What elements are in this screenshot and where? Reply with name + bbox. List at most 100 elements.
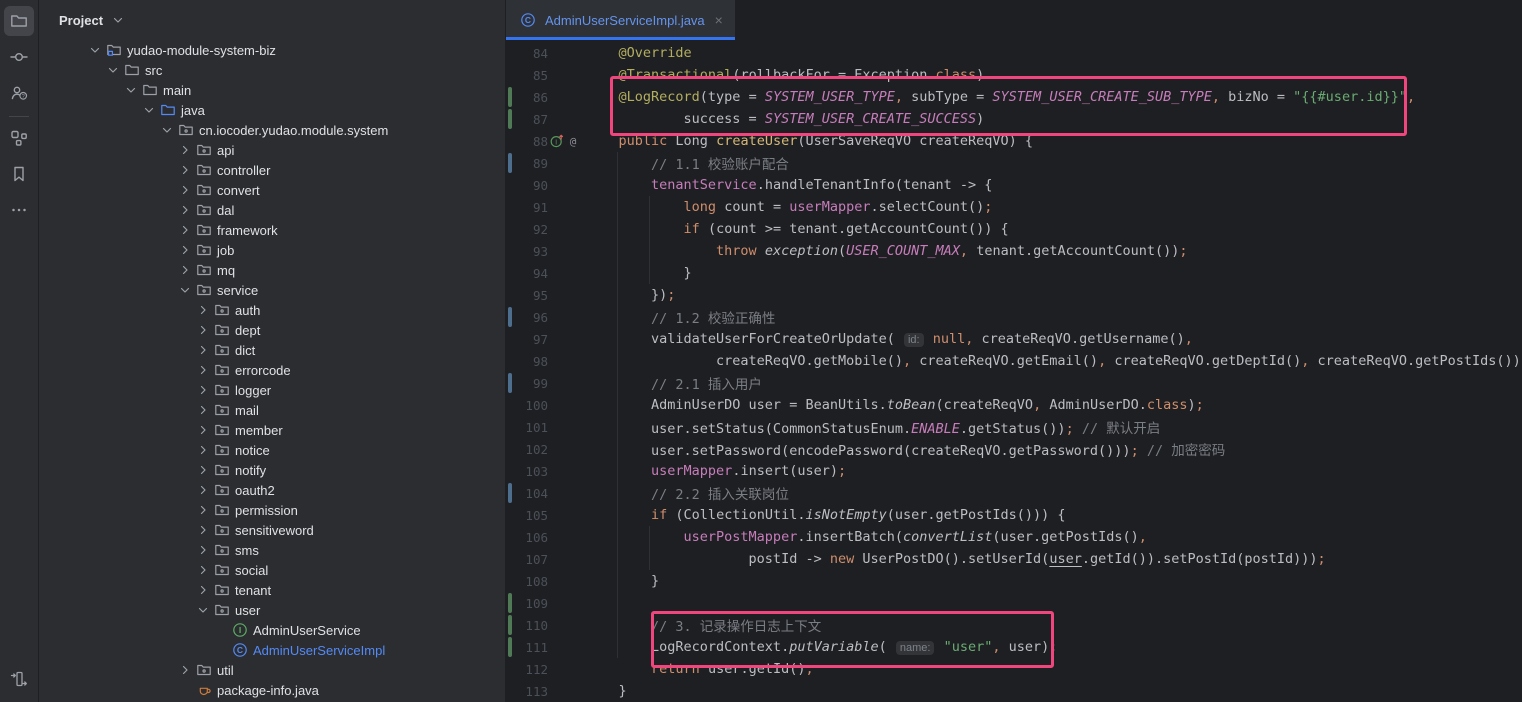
- code-text[interactable]: // 3. 记录操作日志上下文: [586, 615, 821, 635]
- added-change-marker[interactable]: [508, 637, 512, 657]
- line-number[interactable]: 106: [505, 530, 548, 545]
- activity-bar-structure[interactable]: [4, 123, 34, 153]
- line-number[interactable]: 103: [505, 464, 548, 479]
- code-text[interactable]: postId -> new UserPostDO().setUserId(use…: [586, 551, 1326, 567]
- code-text[interactable]: @Override: [586, 45, 692, 61]
- tree-item-cn-iocoder-yudao-module-system[interactable]: cn.iocoder.yudao.module.system: [39, 120, 505, 140]
- activity-bar-commit[interactable]: [4, 42, 34, 72]
- tree-item-logger[interactable]: logger: [39, 380, 505, 400]
- chevron-right-icon[interactable]: [194, 502, 212, 518]
- code-text[interactable]: long count = userMapper.selectCount();: [586, 199, 992, 215]
- code-text[interactable]: AdminUserDO user = BeanUtils.toBean(crea…: [586, 397, 1204, 413]
- chevron-down-icon[interactable]: [176, 282, 194, 298]
- line-number[interactable]: 102: [505, 442, 548, 457]
- code-line-84[interactable]: 84 @Override: [505, 42, 1522, 64]
- annotated-icon[interactable]: @: [566, 134, 580, 148]
- modified-change-marker[interactable]: [508, 153, 512, 173]
- modified-change-marker[interactable]: [508, 373, 512, 393]
- tree-item-adminuserservice[interactable]: IAdminUserService: [39, 620, 505, 640]
- code-line-109[interactable]: 109: [505, 592, 1522, 614]
- code-line-104[interactable]: 104 // 2.2 插入关联岗位: [505, 482, 1522, 504]
- tree-item-auth[interactable]: auth: [39, 300, 505, 320]
- code-line-110[interactable]: 110 // 3. 记录操作日志上下文: [505, 614, 1522, 636]
- tree-item-tenant[interactable]: tenant: [39, 580, 505, 600]
- code-text[interactable]: user.setPassword(encodePassword(createRe…: [586, 439, 1225, 459]
- chevron-down-icon[interactable]: [194, 602, 212, 618]
- code-line-108[interactable]: 108 }: [505, 570, 1522, 592]
- chevron-right-icon[interactable]: [194, 442, 212, 458]
- tree-item-dal[interactable]: dal: [39, 200, 505, 220]
- tree-item-service[interactable]: service: [39, 280, 505, 300]
- chevron-right-icon[interactable]: [194, 582, 212, 598]
- chevron-right-icon[interactable]: [194, 462, 212, 478]
- code-line-97[interactable]: 97 validateUserForCreateOrUpdate( id: nu…: [505, 328, 1522, 350]
- activity-bar-dock-panel[interactable]: [4, 664, 34, 694]
- code-text[interactable]: throw exception(USER_COUNT_MAX, tenant.g…: [586, 243, 1188, 259]
- code-text[interactable]: user.setStatus(CommonStatusEnum.ENABLE.g…: [586, 417, 1160, 437]
- tree-item-notice[interactable]: notice: [39, 440, 505, 460]
- code-line-90[interactable]: 90 tenantService.handleTenantInfo(tenant…: [505, 174, 1522, 196]
- line-number[interactable]: 105: [505, 508, 548, 523]
- activity-bar-bookmarks[interactable]: [4, 159, 34, 189]
- tree-item-social[interactable]: social: [39, 560, 505, 580]
- chevron-right-icon[interactable]: [194, 422, 212, 438]
- line-number[interactable]: 98: [505, 354, 548, 369]
- code-line-88[interactable]: 88I@ public Long createUser(UserSaveReqV…: [505, 130, 1522, 152]
- chevron-right-icon[interactable]: [176, 242, 194, 258]
- code-line-111[interactable]: 111 LogRecordContext.putVariable( name: …: [505, 636, 1522, 658]
- line-number[interactable]: 113: [505, 684, 548, 699]
- code-line-113[interactable]: 113 }: [505, 680, 1522, 702]
- code-text[interactable]: // 2.1 插入用户: [586, 373, 762, 393]
- code-line-86[interactable]: 86 @LogRecord(type = SYSTEM_USER_TYPE, s…: [505, 86, 1522, 108]
- project-tool-window-header[interactable]: Project: [39, 0, 505, 40]
- chevron-right-icon[interactable]: [194, 402, 212, 418]
- chevron-right-icon[interactable]: [194, 342, 212, 358]
- tree-item-user[interactable]: user: [39, 600, 505, 620]
- code-line-93[interactable]: 93 throw exception(USER_COUNT_MAX, tenan…: [505, 240, 1522, 262]
- code-line-99[interactable]: 99 // 2.1 插入用户: [505, 372, 1522, 394]
- tree-item-package-info-java[interactable]: package-info.java: [39, 680, 505, 700]
- tree-item-adminuserserviceimpl[interactable]: CAdminUserServiceImpl: [39, 640, 505, 660]
- tree-item-notify[interactable]: notify: [39, 460, 505, 480]
- code-line-91[interactable]: 91 long count = userMapper.selectCount()…: [505, 196, 1522, 218]
- overrides-icon[interactable]: I: [550, 134, 564, 148]
- tree-item-sensitiveword[interactable]: sensitiveword: [39, 520, 505, 540]
- line-number[interactable]: 85: [505, 68, 548, 83]
- added-change-marker[interactable]: [508, 87, 512, 107]
- tree-item-job[interactable]: job: [39, 240, 505, 260]
- code-text[interactable]: }: [586, 683, 627, 699]
- chevron-down-icon[interactable]: [158, 122, 176, 138]
- code-text[interactable]: // 1.2 校验正确性: [586, 307, 775, 327]
- chevron-right-icon[interactable]: [194, 302, 212, 318]
- code-text[interactable]: });: [586, 287, 675, 303]
- chevron-right-icon[interactable]: [194, 562, 212, 578]
- tree-item-mail[interactable]: mail: [39, 400, 505, 420]
- code-text[interactable]: tenantService.handleTenantInfo(tenant ->…: [586, 177, 992, 193]
- code-line-98[interactable]: 98 createReqVO.getMobile(), createReqVO.…: [505, 350, 1522, 372]
- line-number[interactable]: 107: [505, 552, 548, 567]
- code-line-96[interactable]: 96 // 1.2 校验正确性: [505, 306, 1522, 328]
- tree-item-api[interactable]: api: [39, 140, 505, 160]
- tree-item-controller[interactable]: controller: [39, 160, 505, 180]
- tree-item-util[interactable]: util: [39, 660, 505, 680]
- code-line-92[interactable]: 92 if (count >= tenant.getAccountCount()…: [505, 218, 1522, 240]
- code-line-107[interactable]: 107 postId -> new UserPostDO().setUserId…: [505, 548, 1522, 570]
- chevron-down-icon[interactable]: [140, 102, 158, 118]
- tree-item-dict[interactable]: dict: [39, 340, 505, 360]
- chevron-down-icon[interactable]: [86, 42, 104, 58]
- code-line-103[interactable]: 103 userMapper.insert(user);: [505, 460, 1522, 482]
- code-text[interactable]: }: [586, 265, 692, 281]
- line-number[interactable]: 100: [505, 398, 548, 413]
- line-number[interactable]: 84: [505, 46, 548, 61]
- modified-change-marker[interactable]: [508, 307, 512, 327]
- line-number[interactable]: 91: [505, 200, 548, 215]
- code-text[interactable]: createReqVO.getMobile(), createReqVO.get…: [586, 353, 1522, 369]
- activity-bar-more-tool-windows[interactable]: [4, 195, 34, 225]
- chevron-right-icon[interactable]: [176, 202, 194, 218]
- chevron-right-icon[interactable]: [176, 142, 194, 158]
- added-change-marker[interactable]: [508, 615, 512, 635]
- tree-item-sms[interactable]: sms: [39, 540, 505, 560]
- code-line-94[interactable]: 94 }: [505, 262, 1522, 284]
- modified-change-marker[interactable]: [508, 483, 512, 503]
- code-line-112[interactable]: 112 return user.getId();: [505, 658, 1522, 680]
